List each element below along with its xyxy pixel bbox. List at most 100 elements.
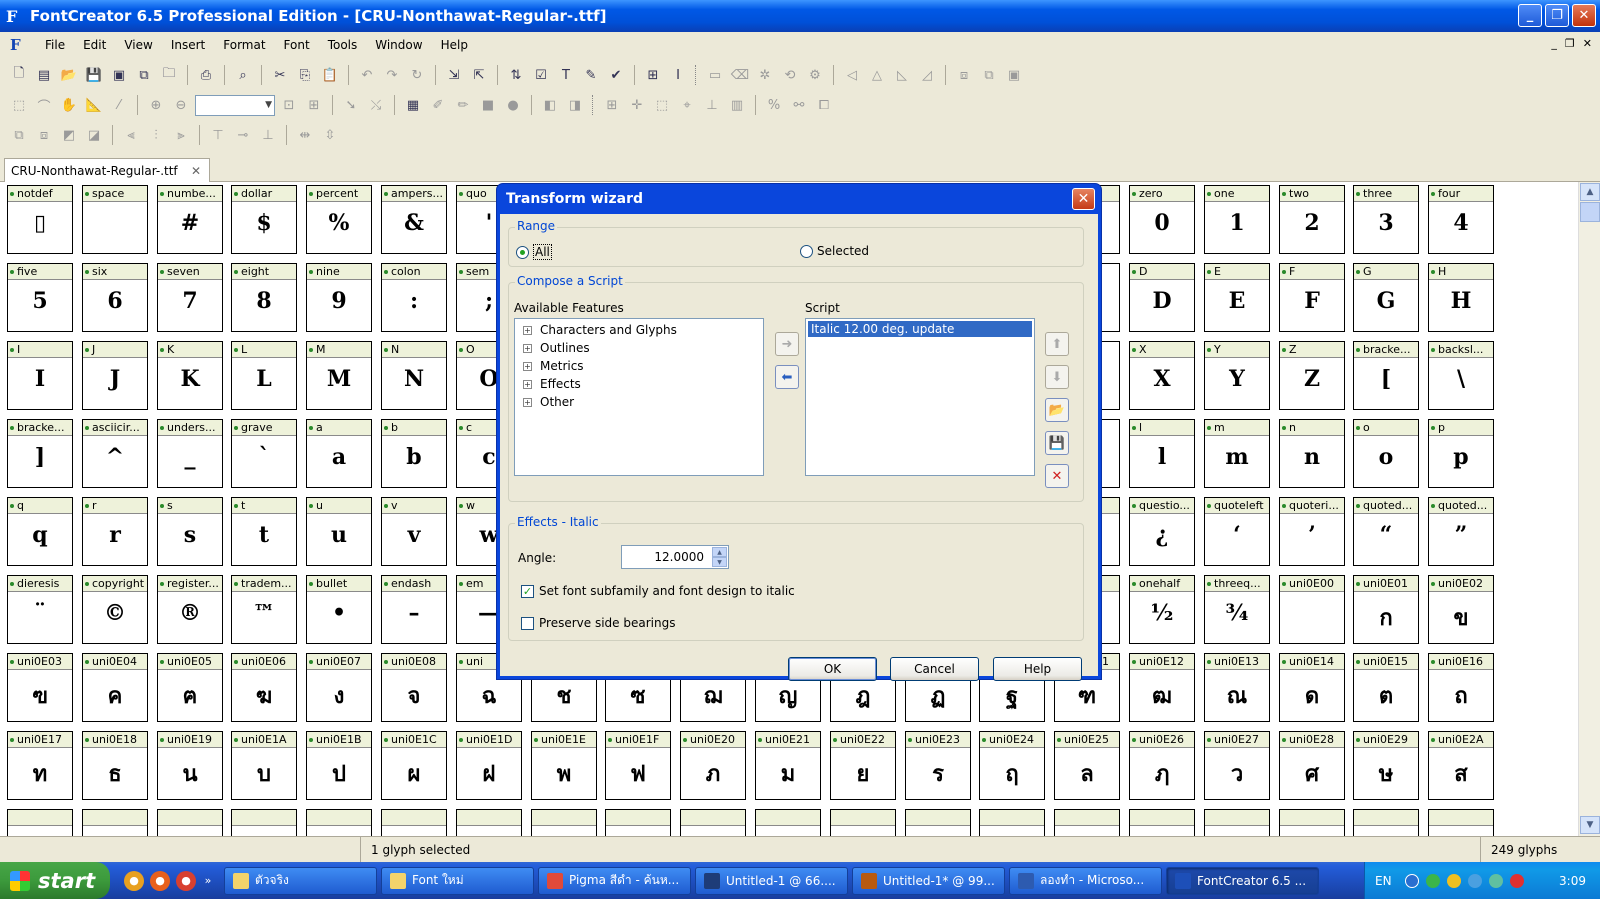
mdi-restore-icon[interactable]: ❐ <box>1565 37 1575 50</box>
glyph-cell[interactable]: nine 9 <box>306 263 372 332</box>
glyph-cell[interactable] <box>1204 809 1270 836</box>
glyph-cell[interactable]: YY <box>1204 341 1270 410</box>
save-all-icon[interactable]: ▣ <box>108 64 130 86</box>
erase-icon[interactable]: ⌫ <box>729 64 751 86</box>
glyph-cell[interactable] <box>605 809 671 836</box>
glyph-cell[interactable]: JJ <box>82 341 148 410</box>
open-icon[interactable]: 📂 <box>58 64 80 86</box>
glyph-cell[interactable]: quoted... “ <box>1353 497 1419 566</box>
chevron-down-icon[interactable]: ▼ <box>265 100 272 110</box>
glyph-cell[interactable]: ampers... & <box>381 185 447 254</box>
glyph-cell[interactable]: uni0E15 ต <box>1353 653 1419 722</box>
glyph-cell[interactable]: eight 8 <box>231 263 297 332</box>
dialog-title-bar[interactable]: Transform wizard ✕ <box>500 184 1098 214</box>
glyph-cell[interactable]: backsl... \ <box>1428 341 1494 410</box>
glyph-cell[interactable]: threeq... ¾ <box>1204 575 1270 644</box>
glyph-cell[interactable]: endash – <box>381 575 447 644</box>
glyph-cell[interactable]: unders... _ <box>157 419 223 488</box>
glyph-cell[interactable]: uni0E2A ส <box>1428 731 1494 800</box>
open-script-button[interactable]: 📂 <box>1045 398 1069 422</box>
glyph-cell[interactable]: uni0E12 ฒ <box>1129 653 1195 722</box>
zoom-combobox[interactable]: ▼ <box>195 94 275 116</box>
glyph-cell[interactable]: quoteleft ‘ <box>1204 497 1270 566</box>
skew-left-icon[interactable]: ◺ <box>891 64 913 86</box>
glyph-cell[interactable]: HH <box>1428 263 1494 332</box>
ok-button[interactable]: OK <box>788 657 877 681</box>
more-icon[interactable]: » <box>202 871 214 891</box>
range-selected-radio[interactable]: Selected <box>800 244 869 258</box>
glyph-cell[interactable]: nn <box>1279 419 1345 488</box>
glyph-cell[interactable]: uni0E01 ก <box>1353 575 1419 644</box>
glyph-cell[interactable]: MM <box>306 341 372 410</box>
glyph-cell[interactable]: bracke... [ <box>1353 341 1419 410</box>
tree-item-other[interactable]: + Other <box>515 393 763 411</box>
glyph-cell[interactable] <box>755 809 821 836</box>
menu-help[interactable]: Help <box>432 38 477 52</box>
start-button[interactable]: start <box>0 862 110 899</box>
glyph-cell[interactable]: GG <box>1353 263 1419 332</box>
glyph-cell[interactable] <box>306 809 372 836</box>
quicklaunch-app-icon[interactable]: ● <box>124 870 144 891</box>
taskbar-item[interactable]: Pigma สีดำ - ค้นห... <box>538 866 691 895</box>
skew-right-icon[interactable]: ◿ <box>916 64 938 86</box>
metrics-icon[interactable]: ⊥ <box>701 94 723 116</box>
bring-front-icon[interactable]: ◩ <box>58 124 80 146</box>
glyph-cell[interactable]: uni0E22 ย <box>830 731 896 800</box>
undo-icon[interactable]: ↶ <box>356 64 378 86</box>
pen-icon[interactable]: ✐ <box>427 94 449 116</box>
sort-icon[interactable]: ⇅ <box>505 64 527 86</box>
validate-icon[interactable]: ☑ <box>530 64 552 86</box>
menu-format[interactable]: Format <box>214 38 274 52</box>
glyph-cell[interactable]: uni0E19 น <box>157 731 223 800</box>
taskbar-item[interactable]: Untitled-1* @ 99... <box>852 866 1005 895</box>
glyph-cell[interactable]: vv <box>381 497 447 566</box>
glyph-cell[interactable] <box>82 809 148 836</box>
glyph-cell[interactable]: uni0E23 ร <box>905 731 971 800</box>
spin-down-icon[interactable]: ▼ <box>712 557 727 567</box>
glyph-cell[interactable]: bb <box>381 419 447 488</box>
knife-icon[interactable]: ⁄ <box>108 94 130 116</box>
glyph-cell[interactable]: uni0E06 ฆ <box>231 653 297 722</box>
glyph-cell[interactable]: tt <box>231 497 297 566</box>
glyph-cell[interactable]: uni0E03 ฃ <box>7 653 73 722</box>
glyph-cell[interactable]: dieresis ¨ <box>7 575 73 644</box>
pencil-icon[interactable]: ✏ <box>452 94 474 116</box>
glyph-cell[interactable] <box>979 809 1045 836</box>
glyph-cell[interactable] <box>157 809 223 836</box>
chrome-icon[interactable]: ● <box>176 870 196 891</box>
rotate-icon[interactable]: ⟲ <box>779 64 801 86</box>
glyph-cell[interactable]: uni0E00 <box>1279 575 1345 644</box>
glyph-cell[interactable]: rr <box>82 497 148 566</box>
glyph-cell[interactable] <box>1428 809 1494 836</box>
spin-up-icon[interactable]: ▲ <box>712 547 727 557</box>
next-glyph-icon[interactable]: ◨ <box>564 94 586 116</box>
tray-signal-icon[interactable] <box>1446 873 1461 888</box>
export-icon[interactable]: ⇱ <box>468 64 490 86</box>
glyph-cell[interactable] <box>231 809 297 836</box>
glyph-cell[interactable]: six 6 <box>82 263 148 332</box>
script-item-selected[interactable]: Italic 12.00 deg. update <box>808 321 1032 337</box>
glyph-cell[interactable]: uni0E27 ว <box>1204 731 1270 800</box>
glyph-cell[interactable]: KK <box>157 341 223 410</box>
tab-document[interactable]: CRU-Nonthawat-Regular-.ttf ✕ <box>4 158 210 182</box>
glyph-cell[interactable]: numbe... # <box>157 185 223 254</box>
copy-font-icon[interactable]: ⧉ <box>133 64 155 86</box>
zoom-all-icon[interactable]: ⊞ <box>303 94 325 116</box>
text-cursor-icon[interactable]: I <box>667 64 689 86</box>
rectangle-icon[interactable]: ■ <box>477 94 499 116</box>
glyph-cell[interactable]: register... ® <box>157 575 223 644</box>
features-tree[interactable]: + Characters and Glyphs + Outlines + Metric… <box>514 318 764 476</box>
tray-speaker-icon[interactable] <box>1467 873 1482 888</box>
union-icon[interactable]: ⧈ <box>953 64 975 86</box>
tray-app-icon[interactable] <box>1488 873 1503 888</box>
menu-file[interactable]: File <box>36 38 74 52</box>
grid-icon[interactable]: ⊞ <box>601 94 623 116</box>
node-icon[interactable]: ⤯ <box>365 94 387 116</box>
glyph-cell[interactable]: colon: <box>381 263 447 332</box>
zoom-out-icon[interactable]: ⊖ <box>170 94 192 116</box>
distribute-h-icon[interactable]: ⇹ <box>294 124 316 146</box>
glyph-cell[interactable]: seven 7 <box>157 263 223 332</box>
glyph-cell[interactable]: four 4 <box>1428 185 1494 254</box>
glyph-cell[interactable]: uni0E13 ณ <box>1204 653 1270 722</box>
glyph-cell[interactable]: uni0E1D ฝ <box>456 731 522 800</box>
